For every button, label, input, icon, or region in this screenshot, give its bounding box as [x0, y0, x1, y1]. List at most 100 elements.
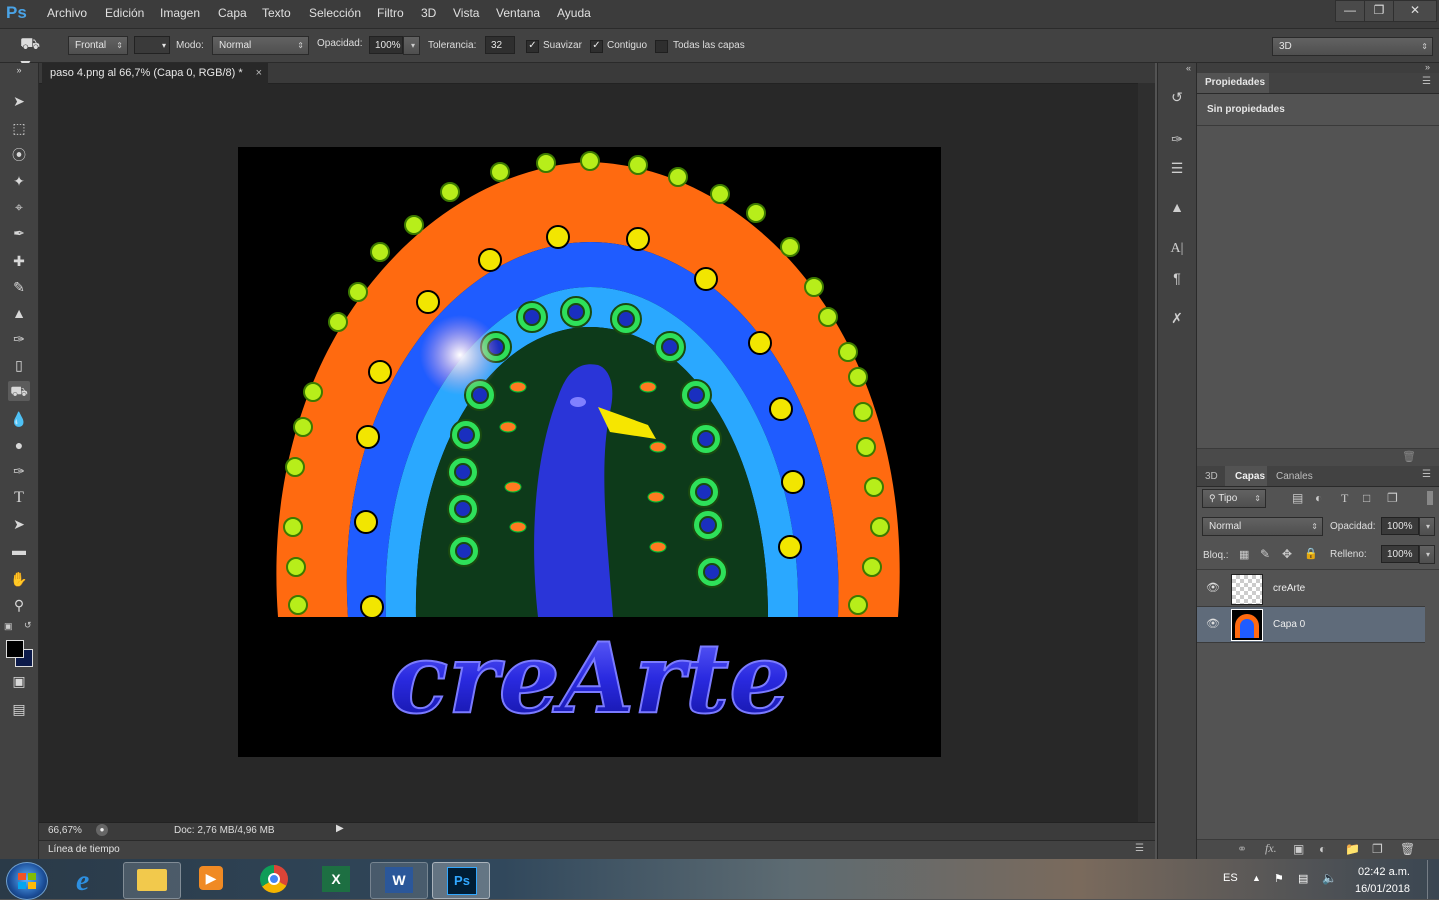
fill-dropdown[interactable]: ▾ — [1419, 545, 1435, 564]
layer-row-selected[interactable]: 👁 Capa 0 — [1197, 607, 1425, 643]
filter-smart-object-icon[interactable]: ❐ — [1387, 491, 1398, 505]
history-panel-icon[interactable]: ↺ — [1167, 87, 1187, 107]
hand-tool-icon[interactable]: ✋ — [8, 569, 30, 589]
excel-icon[interactable]: X — [308, 862, 364, 897]
tool-presets-panel-icon[interactable]: ✗ — [1167, 308, 1187, 328]
chrome-icon[interactable] — [246, 862, 302, 897]
layer-opacity-dropdown[interactable]: ▾ — [1419, 517, 1435, 536]
clock-date[interactable]: 16/01/2018 — [1355, 883, 1410, 895]
brush-presets-panel-icon[interactable]: ✑ — [1167, 129, 1187, 149]
paragraph-panel-icon[interactable]: ¶ — [1167, 268, 1187, 288]
menu-filtro[interactable]: Filtro — [377, 6, 404, 20]
tab-capas[interactable]: Capas — [1235, 471, 1265, 482]
blur-tool-icon[interactable]: 💧 — [8, 409, 30, 429]
filter-shape-icon[interactable]: □ — [1363, 491, 1370, 505]
new-layer-icon[interactable]: ❐ — [1372, 842, 1383, 856]
eye-icon[interactable]: 👁 — [1206, 581, 1220, 594]
close-tab-icon[interactable]: × — [256, 63, 262, 83]
action-center-flag-icon[interactable]: ⚑ — [1274, 872, 1284, 885]
filter-type-icon[interactable]: T — [1341, 491, 1348, 506]
menu-texto[interactable]: Texto — [262, 6, 291, 20]
restore-button[interactable]: ❐ — [1364, 0, 1394, 22]
eyedropper-tool-icon[interactable]: ✒ — [8, 223, 30, 243]
close-button[interactable]: ✕ — [1393, 0, 1437, 22]
status-menu-arrow-icon[interactable]: ▶ — [336, 823, 346, 839]
timeline-tab[interactable]: Línea de tiempo — [48, 844, 120, 855]
filter-adjustment-icon[interactable]: ◐ — [1315, 491, 1322, 505]
adjustment-layer-icon[interactable]: ◐ — [1319, 842, 1326, 856]
layer-row[interactable]: 👁 creArte — [1197, 571, 1425, 607]
menu-vista[interactable]: Vista — [453, 6, 479, 20]
lock-transparency-icon[interactable]: ▦ — [1239, 548, 1249, 561]
add-mask-icon[interactable]: ▣ — [1293, 842, 1304, 856]
adjustments-panel-icon[interactable]: ☰ — [1167, 158, 1187, 178]
collapse-icon[interactable]: » — [8, 65, 30, 75]
layer-name[interactable]: creArte — [1273, 583, 1305, 594]
layer-name[interactable]: Capa 0 — [1273, 619, 1305, 630]
fx-icon[interactable]: fx. — [1265, 841, 1277, 856]
rectangle-tool-icon[interactable]: ▬ — [8, 540, 30, 560]
lock-all-icon[interactable]: 🔒 — [1304, 547, 1318, 560]
fill-source-select[interactable]: Frontal ⇕ — [68, 36, 128, 55]
show-hidden-icons-icon[interactable]: ▲ — [1252, 873, 1261, 883]
file-explorer-icon[interactable] — [123, 862, 181, 899]
collapse-icon[interactable]: » — [1425, 62, 1430, 72]
document-tab[interactable]: paso 4.png al 66,7% (Capa 0, RGB/8) * × — [42, 63, 268, 84]
swap-colors-icon[interactable]: ↺ — [24, 620, 32, 631]
properties-tab[interactable]: Propiedades — [1197, 73, 1269, 93]
filter-toggle[interactable] — [1427, 491, 1433, 505]
menu-seleccion[interactable]: Selección — [309, 6, 361, 20]
mode-select[interactable]: Normal ⇕ — [212, 36, 309, 55]
layer-filter-select[interactable]: ⚲ Tipo ⇕ — [1202, 489, 1266, 508]
link-layers-icon[interactable]: ⚭ — [1237, 842, 1247, 856]
foreground-color-swatch[interactable] — [6, 640, 24, 658]
character-panel-icon[interactable]: A| — [1167, 239, 1187, 259]
volume-icon[interactable]: 🔈 — [1322, 871, 1337, 885]
quick-selection-tool-icon[interactable]: ✦ — [8, 171, 30, 191]
quick-mask-icon[interactable]: ▣ — [8, 671, 30, 691]
tolerance-input[interactable]: 32 — [485, 36, 515, 54]
share-icon[interactable]: ● — [96, 824, 108, 836]
paint-bucket-tool-icon[interactable]: ⛟ — [8, 381, 30, 401]
zoom-tool-icon[interactable]: ⚲ — [8, 595, 30, 615]
blend-mode-select[interactable]: Normal ⇕ — [1202, 517, 1323, 536]
layer-opacity-input[interactable]: 100% — [1381, 517, 1419, 535]
fill-input[interactable]: 100% — [1381, 545, 1419, 563]
paint-bucket-preset-icon[interactable]: ⛟▾ — [20, 35, 50, 73]
word-icon[interactable]: W — [370, 862, 428, 899]
move-tool-icon[interactable]: ➤ — [8, 91, 30, 111]
vertical-scrollbar[interactable] — [1138, 83, 1155, 823]
menu-edicion[interactable]: Edición — [105, 6, 144, 20]
lock-position-icon[interactable]: ✥ — [1282, 547, 1292, 561]
start-button[interactable] — [6, 862, 48, 900]
clone-source-panel-icon[interactable]: ▲ — [1167, 197, 1187, 217]
brush-tool-icon[interactable]: ✎ — [8, 277, 30, 297]
screen-mode-icon[interactable]: ▤ — [8, 699, 30, 719]
menu-ayuda[interactable]: Ayuda — [557, 6, 591, 20]
panel-menu-icon[interactable]: ☰ — [1422, 469, 1431, 480]
healing-brush-tool-icon[interactable]: ✚ — [8, 251, 30, 271]
panel-menu-icon[interactable]: ☰ — [1422, 76, 1431, 87]
menu-imagen[interactable]: Imagen — [160, 6, 200, 20]
type-tool-icon[interactable]: T — [8, 488, 30, 508]
eye-icon[interactable]: 👁 — [1206, 617, 1220, 630]
path-selection-tool-icon[interactable]: ➤ — [8, 514, 30, 534]
antialias-checkbox[interactable]: ✓ — [526, 40, 539, 53]
dodge-tool-icon[interactable]: ● — [8, 435, 30, 455]
tab-canales[interactable]: Canales — [1276, 471, 1313, 482]
tab-3d[interactable]: 3D — [1205, 471, 1218, 482]
contiguous-checkbox[interactable]: ✓ — [590, 40, 603, 53]
crop-tool-icon[interactable]: ⌖ — [8, 197, 30, 217]
history-brush-tool-icon[interactable]: ✑ — [8, 329, 30, 349]
workspace-select[interactable]: 3D ⇕ — [1272, 37, 1433, 56]
pattern-picker[interactable]: ▾ — [134, 36, 170, 54]
eraser-tool-icon[interactable]: ▯ — [8, 355, 30, 375]
clock-time[interactable]: 02:42 a.m. — [1358, 866, 1410, 878]
zoom-level[interactable]: 66,67% — [48, 825, 82, 836]
trash-icon[interactable]: 🗑 — [1402, 450, 1416, 463]
menu-archivo[interactable]: Archivo — [47, 6, 87, 20]
all-layers-checkbox[interactable] — [655, 40, 668, 53]
menu-ventana[interactable]: Ventana — [496, 6, 540, 20]
language-indicator[interactable]: ES — [1223, 872, 1238, 884]
show-desktop-button[interactable] — [1427, 860, 1439, 899]
